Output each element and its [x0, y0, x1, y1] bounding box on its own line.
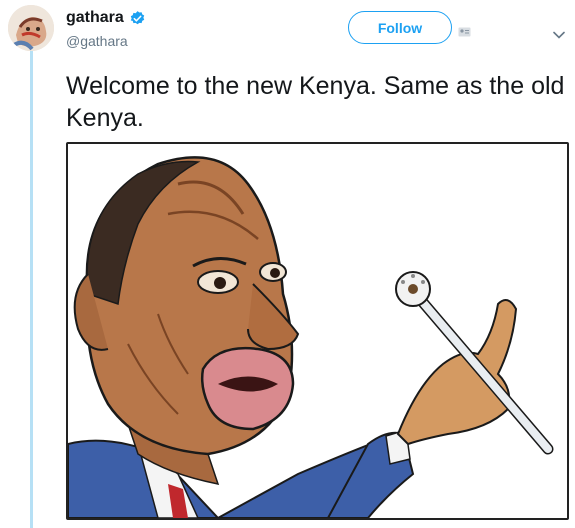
- author-name-row[interactable]: gathara: [66, 9, 146, 27]
- tweet-media-image[interactable]: [66, 142, 569, 520]
- chevron-down-icon[interactable]: [553, 26, 565, 39]
- thread-connector-line: [30, 50, 33, 528]
- follow-button[interactable]: Follow: [348, 11, 452, 44]
- author-display-name[interactable]: gathara: [66, 9, 124, 27]
- tweet-card: gathara @gathara Follow Welcome to the n…: [0, 0, 575, 528]
- verified-badge-icon: [129, 10, 146, 27]
- caricature-illustration: [68, 144, 567, 518]
- avatar[interactable]: [8, 5, 54, 51]
- author-handle[interactable]: @gathara: [66, 33, 128, 49]
- tweet-text: Welcome to the new Kenya. Same as the ol…: [66, 72, 565, 132]
- follow-person-icon: [458, 24, 471, 37]
- avatar-image: [8, 5, 54, 51]
